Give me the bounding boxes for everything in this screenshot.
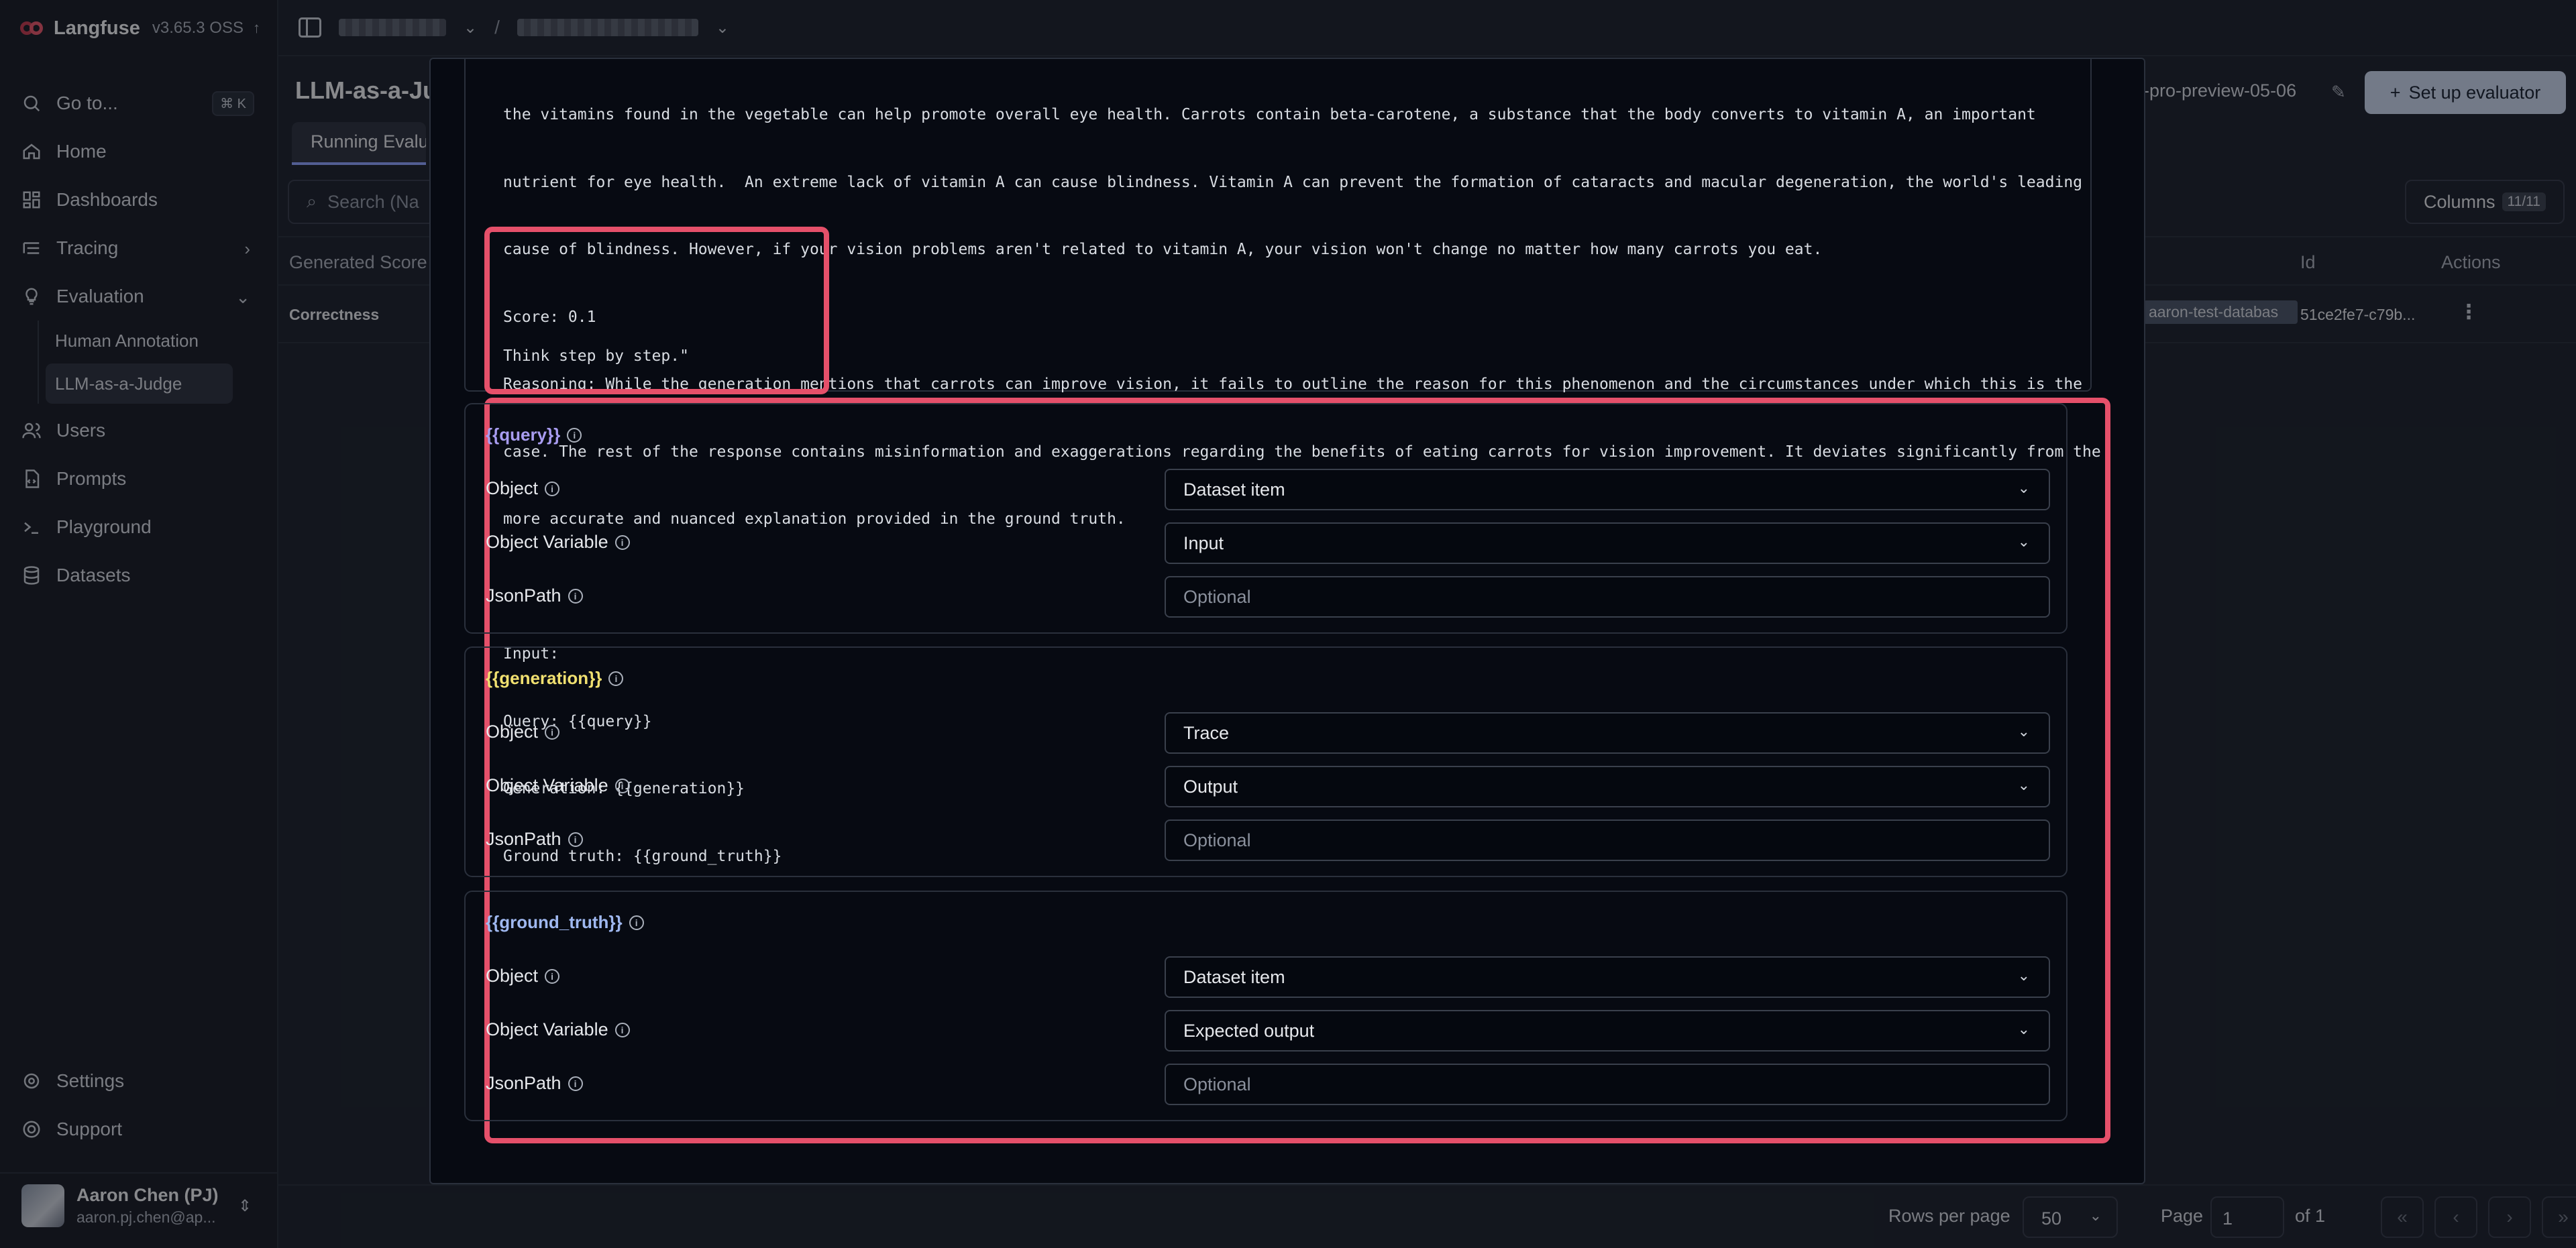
info-icon[interactable]: i — [545, 481, 560, 496]
variable-name: {{query}} i — [486, 424, 582, 445]
object-field: Object i Dataset item ⌄ — [486, 956, 2050, 998]
evaluator-dialog: the vitamins found in the vegetable can … — [429, 58, 2145, 1184]
chevron-down-icon: ⌄ — [2017, 723, 2030, 740]
variable-card-ground-truth: {{ground_truth}} i Object i Dataset item ⌄… — [464, 891, 2068, 1121]
info-icon[interactable]: i — [568, 588, 583, 604]
object-select[interactable]: Trace ⌄ — [1165, 712, 2050, 754]
variable-name: {{ground_truth}} i — [486, 912, 644, 933]
highlight-box-input — [484, 227, 829, 394]
info-icon[interactable]: i — [614, 778, 630, 793]
object-variable-field: Object Variable i Expected output ⌄ — [486, 1010, 2050, 1052]
variable-card-query: {{query}} i Object i Dataset item ⌄ Object… — [464, 403, 2068, 634]
chevron-down-icon: ⌄ — [2017, 479, 2030, 496]
info-icon[interactable]: i — [614, 1022, 630, 1037]
info-icon[interactable]: i — [629, 915, 644, 930]
jsonpath-field: JsonPath i Optional — [486, 576, 2050, 618]
object-variable-field: Object Variable i Output ⌄ — [486, 766, 2050, 807]
info-icon[interactable]: i — [545, 724, 560, 740]
object-field: Object i Trace ⌄ — [486, 712, 2050, 754]
jsonpath-input[interactable]: Optional — [1165, 1064, 2050, 1105]
info-icon[interactable]: i — [608, 671, 624, 686]
object-field: Object i Dataset item ⌄ — [486, 469, 2050, 510]
variable-name: {{generation}} i — [486, 668, 624, 689]
object-variable-select[interactable]: Expected output ⌄ — [1165, 1010, 2050, 1052]
info-icon[interactable]: i — [614, 534, 630, 550]
object-select[interactable]: Dataset item ⌄ — [1165, 469, 2050, 510]
jsonpath-field: JsonPath i Optional — [486, 1064, 2050, 1105]
info-icon[interactable]: i — [567, 427, 582, 443]
jsonpath-input[interactable]: Optional — [1165, 819, 2050, 861]
chevron-down-icon: ⌄ — [2017, 1021, 2030, 1037]
info-icon[interactable]: i — [568, 1076, 583, 1091]
variable-card-generation: {{generation}} i Object i Trace ⌄ Object V… — [464, 646, 2068, 877]
prompt-line: the vitamins found in the vegetable can … — [503, 106, 2036, 123]
object-variable-field: Object Variable i Input ⌄ — [486, 522, 2050, 564]
object-variable-select[interactable]: Output ⌄ — [1165, 766, 2050, 807]
object-select[interactable]: Dataset item ⌄ — [1165, 956, 2050, 998]
prompt-line: nutrient for eye health. An extreme lack… — [503, 173, 2083, 191]
chevron-down-icon: ⌄ — [2017, 533, 2030, 550]
chevron-down-icon: ⌄ — [2017, 777, 2030, 793]
info-icon[interactable]: i — [568, 832, 583, 847]
jsonpath-field: JsonPath i Optional — [486, 819, 2050, 861]
jsonpath-input[interactable]: Optional — [1165, 576, 2050, 618]
object-variable-select[interactable]: Input ⌄ — [1165, 522, 2050, 564]
info-icon[interactable]: i — [545, 968, 560, 984]
chevron-down-icon: ⌄ — [2017, 967, 2030, 984]
